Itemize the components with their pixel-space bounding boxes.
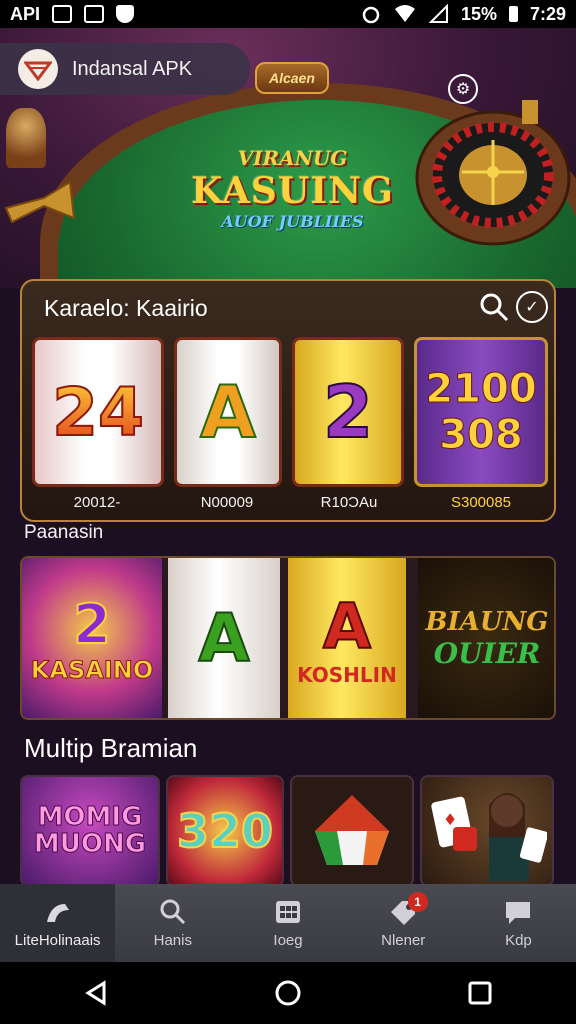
slot-reel[interactable]: 2 xyxy=(292,337,404,487)
roulette-wheel-icon xyxy=(415,100,571,246)
panel-title: Karaelo: Kaairio xyxy=(44,295,208,321)
home-button-icon[interactable] xyxy=(274,979,302,1007)
notification-badge: 1 xyxy=(407,892,428,912)
nav-label: Hanis xyxy=(153,931,192,949)
filter-icon[interactable]: ✓ xyxy=(516,291,548,323)
nav-label: Kdp xyxy=(505,931,532,949)
game-card[interactable]: MOMIG MUONG xyxy=(20,775,160,887)
search-icon xyxy=(160,899,185,924)
slot-reel[interactable]: 24 xyxy=(32,337,164,487)
tile-title: KASAINO xyxy=(30,655,154,684)
card-title: 320 xyxy=(176,803,274,859)
image-notification-icon xyxy=(52,5,73,23)
status-right: 15% 7:29 xyxy=(361,4,566,25)
reel-value: R10ƆAu xyxy=(320,494,378,511)
recents-icon[interactable] xyxy=(466,979,494,1007)
status-bar: API 15% 7:29 xyxy=(0,0,576,28)
game-card[interactable]: ♦ xyxy=(420,775,554,887)
reel-value: 20012- xyxy=(73,494,121,511)
shield-notification-icon xyxy=(116,5,135,23)
back-icon[interactable] xyxy=(82,979,110,1007)
ticket-badge: Alcaen xyxy=(255,62,329,94)
casino-logo: VIRANUG KASUING AUOF JUBLIIES xyxy=(191,133,393,243)
lamp-decoration xyxy=(6,108,46,168)
nav-label: LiteHolinaais xyxy=(14,931,101,949)
svg-text:♦: ♦ xyxy=(443,810,457,829)
trumpet-decoration xyxy=(4,180,76,224)
reel-symbol-bottom: 308 xyxy=(439,412,523,459)
settings-icon[interactable]: ⚙ xyxy=(448,74,478,104)
slot-reel[interactable]: 2100 308 xyxy=(414,337,548,487)
app-logo-icon xyxy=(18,49,58,89)
logo-bottom-text: AUOF JUBLIIES xyxy=(221,211,364,231)
game-row: 2 KASAINO A A KOSHLIN BIAUNG OUIER xyxy=(20,556,556,720)
reel-symbol-top: 2100 xyxy=(425,366,537,413)
cards-dealer-icon: ♦ xyxy=(431,793,547,881)
bottom-nav: LiteHolinaais Hanis Ioeg 1 Nlener Kdp xyxy=(0,884,576,962)
card-title: MOMIG MUONG xyxy=(33,801,147,859)
tile-symbol: A xyxy=(322,589,372,664)
chat-icon xyxy=(506,901,531,924)
app-notification-icon xyxy=(84,5,105,23)
tile-title: BIAUNG xyxy=(425,606,549,637)
logo-top-text: VIRANUG xyxy=(237,145,348,170)
diamond-icon xyxy=(315,795,389,865)
game-tile[interactable]: A xyxy=(168,558,280,718)
home-icon xyxy=(46,903,69,922)
signal-icon xyxy=(428,4,448,23)
reel-value: S300085 xyxy=(450,494,512,511)
nav-item-search[interactable]: Hanis xyxy=(115,884,230,962)
grid-icon xyxy=(276,900,300,923)
system-nav-bar xyxy=(0,962,576,1024)
reel-symbol: 24 xyxy=(51,373,145,452)
search-icon[interactable] xyxy=(478,291,510,323)
game-tile[interactable]: BIAUNG OUIER xyxy=(418,558,554,718)
battery-percent: 15% xyxy=(460,3,497,24)
game-tile[interactable]: A KOSHLIN xyxy=(288,558,406,718)
nav-item-grid[interactable]: Ioeg xyxy=(230,884,345,962)
reel-symbol: 2 xyxy=(322,369,374,455)
section-title: Multip Bramian xyxy=(24,733,198,763)
status-left: API xyxy=(10,3,135,25)
app-title-chip[interactable]: Indansal APK xyxy=(0,43,250,95)
tile-title: KOSHLIN xyxy=(297,662,397,687)
multiplayer-row: MOMIG MUONG 320 ♦ xyxy=(20,775,560,887)
app-title: Indansal APK xyxy=(72,57,193,80)
logo-main-text: KASUING xyxy=(191,169,394,212)
reel-symbol: A xyxy=(199,369,257,455)
tile-subtitle: OUIER xyxy=(433,636,541,670)
featured-panel: Karaelo: Kaairio ✓ 24 20012- A N00009 2 … xyxy=(20,279,556,522)
nav-item-offers[interactable]: 1 Nlener xyxy=(346,884,461,962)
nav-item-help[interactable]: Kdp xyxy=(461,884,576,962)
game-card[interactable] xyxy=(290,775,414,887)
wifi-icon xyxy=(394,5,415,22)
game-tile[interactable]: 2 KASAINO xyxy=(22,558,162,718)
slot-reel[interactable]: A xyxy=(174,337,282,487)
game-card[interactable]: 320 xyxy=(166,775,284,887)
clock: 7:29 xyxy=(529,3,566,24)
reel-value: N00009 xyxy=(200,494,254,511)
nav-item-home[interactable]: LiteHolinaais xyxy=(0,884,116,962)
nav-label: Ioeg xyxy=(273,931,303,949)
battery-icon xyxy=(508,6,518,22)
alarm-icon xyxy=(362,6,380,24)
tile-symbol: A xyxy=(197,599,250,678)
carrier-label: API xyxy=(10,3,41,24)
nav-label: Nlener xyxy=(381,931,426,949)
tile-symbol: 2 xyxy=(72,592,112,657)
section-label: Paanasin xyxy=(24,522,104,543)
